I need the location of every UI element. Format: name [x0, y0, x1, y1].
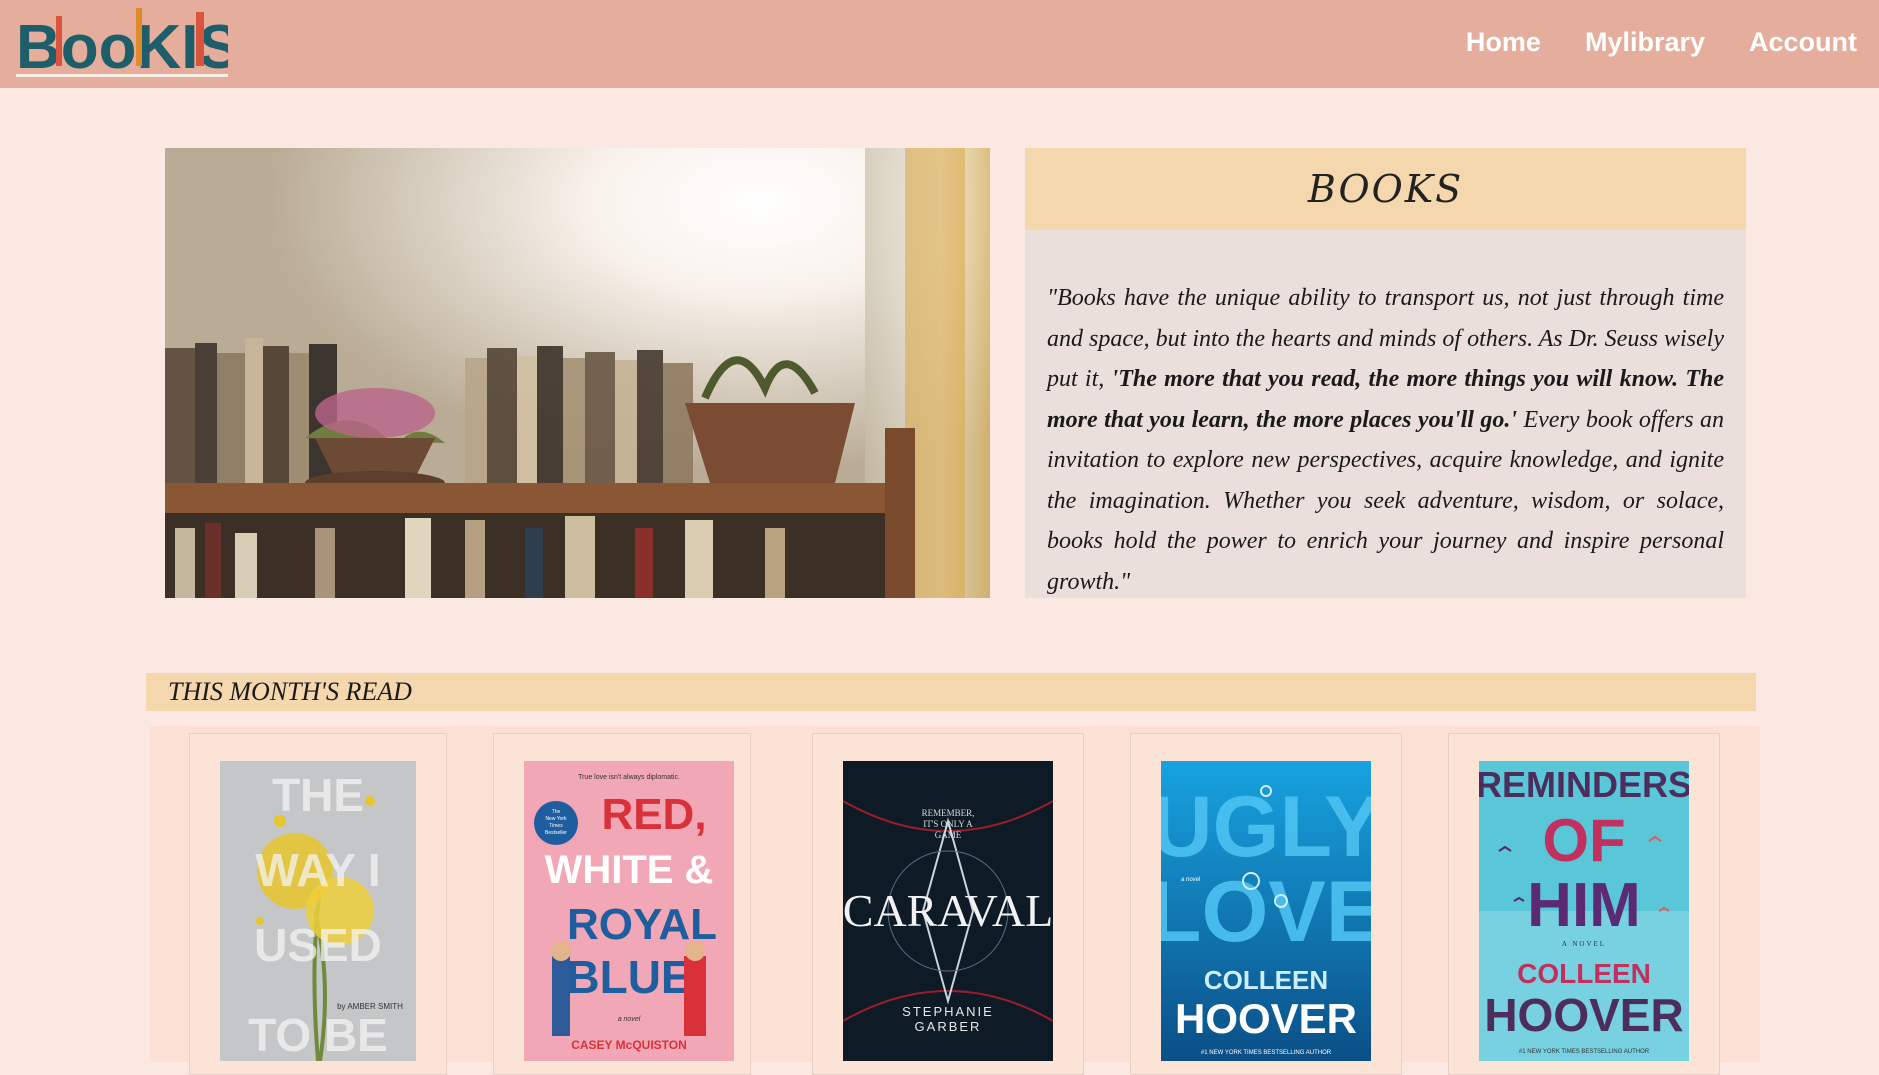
svg-text:CARAVAL: CARAVAL — [843, 885, 1053, 936]
svg-text:COLLEEN: COLLEEN — [1204, 965, 1328, 995]
book-cover-red-white-royal-blue[interactable]: True love isn't always diplomatic. The N… — [524, 761, 734, 1061]
this-months-read-header: THIS MONTH'S READ — [146, 673, 1756, 711]
nav-home-link[interactable]: Home — [1444, 20, 1563, 64]
svg-text:BLUE: BLUE — [566, 951, 691, 1003]
svg-text:REMINDERS: REMINDERS — [1479, 764, 1689, 805]
svg-text:STEPHANIE: STEPHANIE — [902, 1004, 994, 1019]
main-nav: Home Mylibrary Account — [1444, 20, 1879, 64]
svg-text:WAY I: WAY I — [255, 844, 380, 896]
books-info-card: BOOKS "Books have the unique ability to … — [1025, 148, 1746, 598]
svg-text:OF: OF — [1542, 807, 1625, 874]
svg-text:A NOVEL: A NOVEL — [1562, 940, 1606, 948]
book-card[interactable]: REMINDERS OF HIM A NOVEL COLLEEN HOOVER … — [1448, 733, 1720, 1075]
svg-text:UGLY: UGLY — [1161, 779, 1371, 875]
books-card-header: BOOKS — [1025, 148, 1746, 230]
bookish-logo[interactable]: BooKISH — [16, 4, 285, 84]
book-cover-caraval[interactable]: REMEMBER, IT'S ONLY A GAME CARAVAL STEPH… — [843, 761, 1053, 1061]
svg-text:True love isn't always diploma: True love isn't always diplomatic. — [578, 774, 680, 781]
nav-mylibrary-link[interactable]: Mylibrary — [1563, 20, 1727, 64]
svg-text:THE: THE — [272, 769, 364, 821]
svg-text:Times: Times — [549, 823, 563, 829]
svg-text:Bestseller: Bestseller — [545, 830, 567, 836]
svg-text:RED,: RED, — [601, 790, 706, 839]
svg-text:WHITE &: WHITE & — [545, 848, 714, 892]
svg-text:REMEMBER,: REMEMBER, — [922, 808, 975, 818]
svg-text:GARBER: GARBER — [915, 1019, 982, 1034]
svg-text:GAME: GAME — [935, 830, 962, 840]
svg-text:COLLEEN: COLLEEN — [1517, 958, 1651, 989]
book-card[interactable]: True love isn't always diplomatic. The N… — [493, 733, 751, 1075]
svg-text:IT'S ONLY A: IT'S ONLY A — [923, 819, 973, 829]
svg-text:HIM: HIM — [1527, 871, 1641, 940]
svg-text:New York: New York — [545, 816, 567, 822]
svg-text:TO BE: TO BE — [248, 1009, 388, 1061]
svg-text:CASEY McQUISTON: CASEY McQUISTON — [571, 1038, 687, 1052]
book-card[interactable]: THE WAY I USED TO BE by AMBER SMITH — [189, 733, 447, 1075]
svg-text:a novel: a novel — [1181, 877, 1200, 883]
book-cover-reminders-of-him[interactable]: REMINDERS OF HIM A NOVEL COLLEEN HOOVER … — [1479, 761, 1689, 1061]
svg-text:#1 NEW YORK TIMES BESTSELLING: #1 NEW YORK TIMES BESTSELLING AUTHOR — [1519, 1049, 1650, 1055]
svg-text:by AMBER SMITH: by AMBER SMITH — [337, 1002, 403, 1011]
top-navbar: BooKISH Home Mylibrary Account — [0, 0, 1879, 88]
books-card-title: BOOKS — [1307, 167, 1464, 211]
section-title: THIS MONTH'S READ — [168, 677, 412, 706]
books-quote: "Books have the unique ability to transp… — [1047, 285, 1724, 595]
book-card[interactable]: UGLY LOVE a novel COLLEEN HOOVER #1 NEW … — [1130, 733, 1402, 1075]
svg-text:#1 NEW YORK TIMES BESTSELLING: #1 NEW YORK TIMES BESTSELLING AUTHOR — [1201, 1050, 1332, 1056]
book-card[interactable]: REMEMBER, IT'S ONLY A GAME CARAVAL STEPH… — [812, 733, 1084, 1075]
book-cover-the-way-i-used-to-be[interactable]: THE WAY I USED TO BE by AMBER SMITH — [220, 761, 416, 1061]
svg-text:HOOVER: HOOVER — [1175, 995, 1357, 1042]
nav-account-link[interactable]: Account — [1727, 20, 1879, 64]
svg-text:a novel: a novel — [618, 1016, 641, 1023]
book-cover-ugly-love[interactable]: UGLY LOVE a novel COLLEEN HOOVER #1 NEW … — [1161, 761, 1371, 1061]
svg-text:USED: USED — [254, 919, 382, 971]
svg-text:The: The — [552, 809, 561, 815]
bookshelf-hero-image — [165, 148, 990, 598]
svg-text:HOOVER: HOOVER — [1484, 989, 1683, 1041]
